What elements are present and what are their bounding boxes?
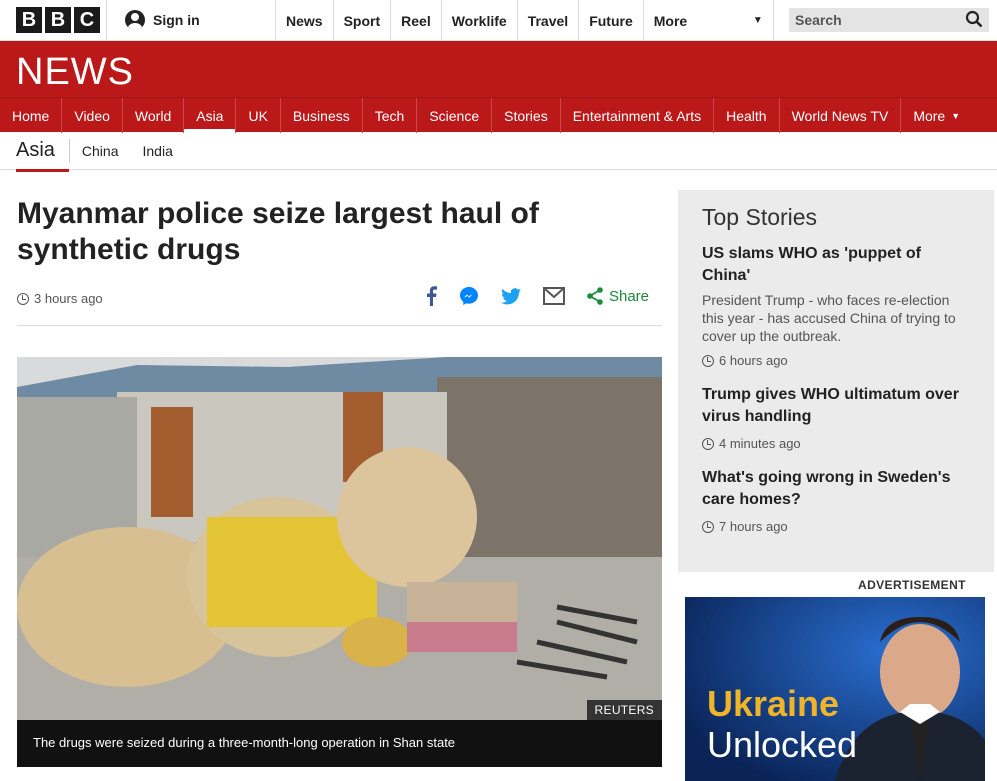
top-story-time-text: 6 hours ago [719, 353, 788, 368]
news-logo[interactable]: NEWS [16, 51, 134, 94]
top-story[interactable]: Trump gives WHO ultimatum over virus han… [702, 384, 970, 451]
top-story[interactable]: US slams WHO as 'puppet of China' Presid… [702, 243, 970, 368]
nav-video[interactable]: Video [62, 98, 123, 133]
subnav-india[interactable]: India [131, 143, 185, 159]
news-nav: Home Video World Asia UK Business Tech S… [0, 97, 997, 133]
global-nav-worklife[interactable]: Worklife [442, 0, 518, 41]
nav-stories[interactable]: Stories [492, 98, 561, 133]
global-nav-more[interactable]: More ▼ [644, 0, 774, 41]
top-story-time-text: 4 minutes ago [719, 436, 801, 451]
share-button[interactable]: Share [587, 287, 649, 305]
top-stories-title: Top Stories [702, 204, 818, 230]
top-story-time: 4 minutes ago [702, 436, 970, 451]
sign-in-link[interactable]: Sign in [107, 0, 276, 40]
search-placeholder: Search [795, 12, 842, 28]
nav-home[interactable]: Home [0, 98, 63, 133]
top-story-headline[interactable]: What's going wrong in Sweden's care home… [702, 467, 970, 511]
nav-world-news-tv[interactable]: World News TV [780, 98, 902, 133]
subnav-china[interactable]: China [70, 143, 131, 159]
top-story[interactable]: What's going wrong in Sweden's care home… [702, 467, 970, 534]
nav-tech[interactable]: Tech [363, 98, 418, 133]
image-caption: The drugs were seized during a three-mon… [33, 735, 456, 750]
global-nav-reel[interactable]: Reel [391, 0, 442, 41]
clock-icon [702, 520, 714, 533]
top-story-time: 6 hours ago [702, 353, 970, 368]
share-label: Share [608, 287, 649, 305]
user-icon [125, 10, 145, 30]
chevron-down-icon: ▼ [752, 15, 763, 26]
clock-icon [17, 292, 29, 305]
bbc-logo-block: B [16, 7, 42, 33]
global-nav-news[interactable]: News [276, 0, 334, 41]
messenger-icon[interactable] [459, 286, 479, 306]
nav-world[interactable]: World [123, 98, 185, 133]
sign-in-label: Sign in [153, 12, 200, 28]
article-headline: Myanmar police seize largest haul of syn… [17, 197, 539, 266]
bbc-logo-block: C [74, 7, 100, 33]
global-nav-travel[interactable]: Travel [518, 0, 580, 41]
news-banner: NEWS [0, 41, 997, 97]
global-nav: News Sport Reel Worklife Travel Future M… [276, 0, 774, 41]
search-area: Search [789, 0, 997, 40]
facebook-icon[interactable] [425, 286, 437, 306]
advertisement-line2: Unlocked [707, 724, 858, 765]
global-nav-future[interactable]: Future [579, 0, 644, 41]
top-story-headline[interactable]: Trump gives WHO ultimatum over virus han… [702, 384, 970, 428]
bbc-logo-block: B [45, 7, 71, 33]
image-credit: REUTERS [586, 700, 662, 720]
top-story-time-text: 7 hours ago [719, 519, 788, 534]
article-timestamp-text: 3 hours ago [34, 291, 103, 306]
article-photo: REUTERS [17, 357, 662, 720]
nav-more-label: More [913, 107, 946, 124]
clock-icon [702, 354, 714, 367]
article-timestamp: 3 hours ago [17, 291, 103, 306]
clock-icon [702, 437, 714, 450]
twitter-icon[interactable] [500, 287, 521, 305]
search-input[interactable]: Search [789, 8, 989, 32]
share-icon [587, 287, 603, 305]
subnav-current-asia[interactable]: Asia [16, 138, 70, 172]
search-icon[interactable] [965, 10, 983, 31]
nav-entertainment-arts[interactable]: Entertainment & Arts [561, 98, 715, 133]
global-nav-more-label: More [653, 12, 688, 29]
article-meta: 3 hours ago Share [17, 286, 662, 326]
nav-asia[interactable]: Asia [184, 98, 237, 133]
global-header: B B C Sign in News Sport Reel Worklife T… [0, 0, 997, 41]
top-story-headline[interactable]: US slams WHO as 'puppet of China' [702, 243, 970, 287]
nav-more[interactable]: More ▼ [901, 98, 972, 133]
section-subnav: Asia China India [0, 132, 997, 172]
nav-business[interactable]: Business [281, 98, 363, 133]
chevron-down-icon: ▼ [951, 110, 961, 121]
top-story-time: 7 hours ago [702, 519, 970, 534]
global-nav-sport[interactable]: Sport [334, 0, 392, 41]
top-stories-panel: Top Stories US slams WHO as 'puppet of C… [678, 190, 994, 572]
bbc-logo[interactable]: B B C [0, 0, 107, 40]
article-figure: REUTERS The drugs were seized during a t… [17, 357, 662, 767]
advertisement-line1: Ukraine [707, 683, 840, 724]
nav-uk[interactable]: UK [236, 98, 281, 133]
advertisement-banner[interactable]: Ukraine Unlocked [685, 597, 985, 781]
email-icon[interactable] [542, 287, 565, 305]
top-story-summary: President Trump - who faces re-election … [702, 292, 956, 344]
nav-science[interactable]: Science [417, 98, 493, 133]
advertisement-label: ADVERTISEMENT [858, 578, 966, 592]
share-tools: Share [425, 286, 649, 306]
nav-health[interactable]: Health [714, 98, 780, 133]
